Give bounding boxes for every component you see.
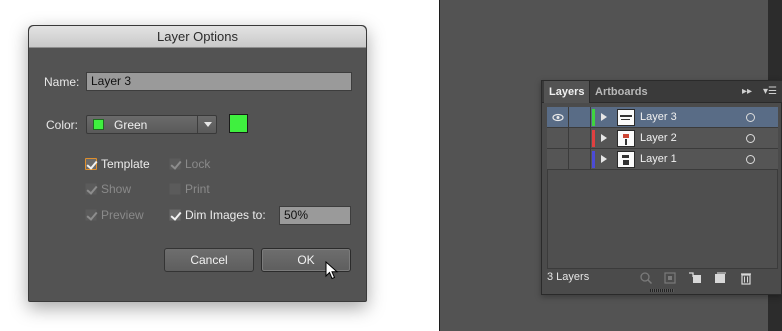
layer-color-bar [592,151,595,168]
template-checkbox[interactable] [85,158,97,170]
lock-toggle[interactable] [570,128,591,149]
expand-triangle-icon[interactable] [601,134,607,142]
panel-tabbar: Layers Artboards ▸▸ ▾☰ [542,81,782,103]
lock-toggle[interactable] [570,107,591,128]
dim-percent-field[interactable]: 50% [279,206,351,225]
panel-footer: 3 Layers [542,267,782,289]
make-clipping-mask-icon[interactable] [663,271,677,285]
layer-name[interactable]: Layer 1 [640,153,677,165]
print-label: Print [185,182,210,196]
layer-name[interactable]: Layer 3 [640,111,677,123]
lock-checkbox [169,158,181,170]
lock-checkbox-row: Lock [169,156,210,172]
new-layer-icon[interactable] [713,271,727,285]
mouse-pointer-icon [325,261,339,280]
color-swatch-button[interactable] [229,114,248,133]
print-checkbox [169,183,181,195]
expand-triangle-icon[interactable] [601,113,607,121]
show-label: Show [101,182,132,196]
layer-options-dialog: Layer Options Name: Layer 3 Color: Green… [28,25,367,302]
color-label: Color: [46,118,79,132]
eye-icon [552,113,564,122]
color-dropdown-value: Green [114,118,148,132]
dim-images-checkbox[interactable] [169,209,181,221]
locate-object-icon[interactable] [639,271,653,285]
trash-icon[interactable] [739,271,753,285]
cancel-button[interactable]: Cancel [164,248,254,272]
resize-grip[interactable] [650,289,674,292]
lock-toggle[interactable] [570,149,591,170]
target-circle-icon[interactable] [746,155,755,164]
layer-count: 3 Layers [547,271,590,283]
visibility-toggle[interactable] [547,128,569,149]
visibility-toggle[interactable] [547,107,569,128]
new-sublayer-icon[interactable] [688,271,702,285]
chevron-down-icon [197,116,216,133]
layer-thumbnail [617,130,635,147]
tab-layers[interactable]: Layers [544,81,591,103]
layer-row[interactable]: Layer 3 [547,107,778,128]
dim-images-checkbox-row[interactable]: Dim Images to: [169,207,266,223]
layer-row[interactable]: Layer 1 [547,149,778,170]
target-circle-icon[interactable] [746,113,755,122]
tab-artboards[interactable]: Artboards [590,81,653,103]
preview-label: Preview [101,208,144,222]
layer-thumbnail [617,109,635,126]
print-checkbox-row: Print [169,181,210,197]
collapse-panel-icon[interactable]: ▸▸ [742,86,752,97]
preview-checkbox [85,209,97,221]
visibility-toggle[interactable] [547,149,569,170]
name-label: Name: [44,75,80,89]
layer-thumbnail [617,151,635,168]
template-checkbox-row[interactable]: Template [85,156,150,172]
color-dropdown[interactable]: Green [86,115,217,134]
layers-panel: Layers Artboards ▸▸ ▾☰ Layer 3 Layer 2 L… [541,80,782,295]
layers-list: Layer 3 Layer 2 Layer 1 [547,107,778,170]
layer-name[interactable]: Layer 2 [640,132,677,144]
preview-checkbox-row: Preview [85,207,144,223]
expand-triangle-icon[interactable] [601,155,607,163]
lock-label: Lock [185,157,211,171]
layer-color-bar [592,109,595,126]
panel-menu-icon[interactable]: ▾☰ [763,86,777,97]
dim-images-label: Dim Images to: [185,208,266,222]
layer-color-bar [592,130,595,147]
show-checkbox [85,183,97,195]
template-label: Template [101,157,150,171]
show-checkbox-row: Show [85,181,131,197]
color-chip [93,119,104,130]
name-field[interactable]: Layer 3 [86,72,352,91]
layer-row[interactable]: Layer 2 [547,128,778,149]
dialog-title: Layer Options [29,26,366,48]
target-circle-icon[interactable] [746,134,755,143]
